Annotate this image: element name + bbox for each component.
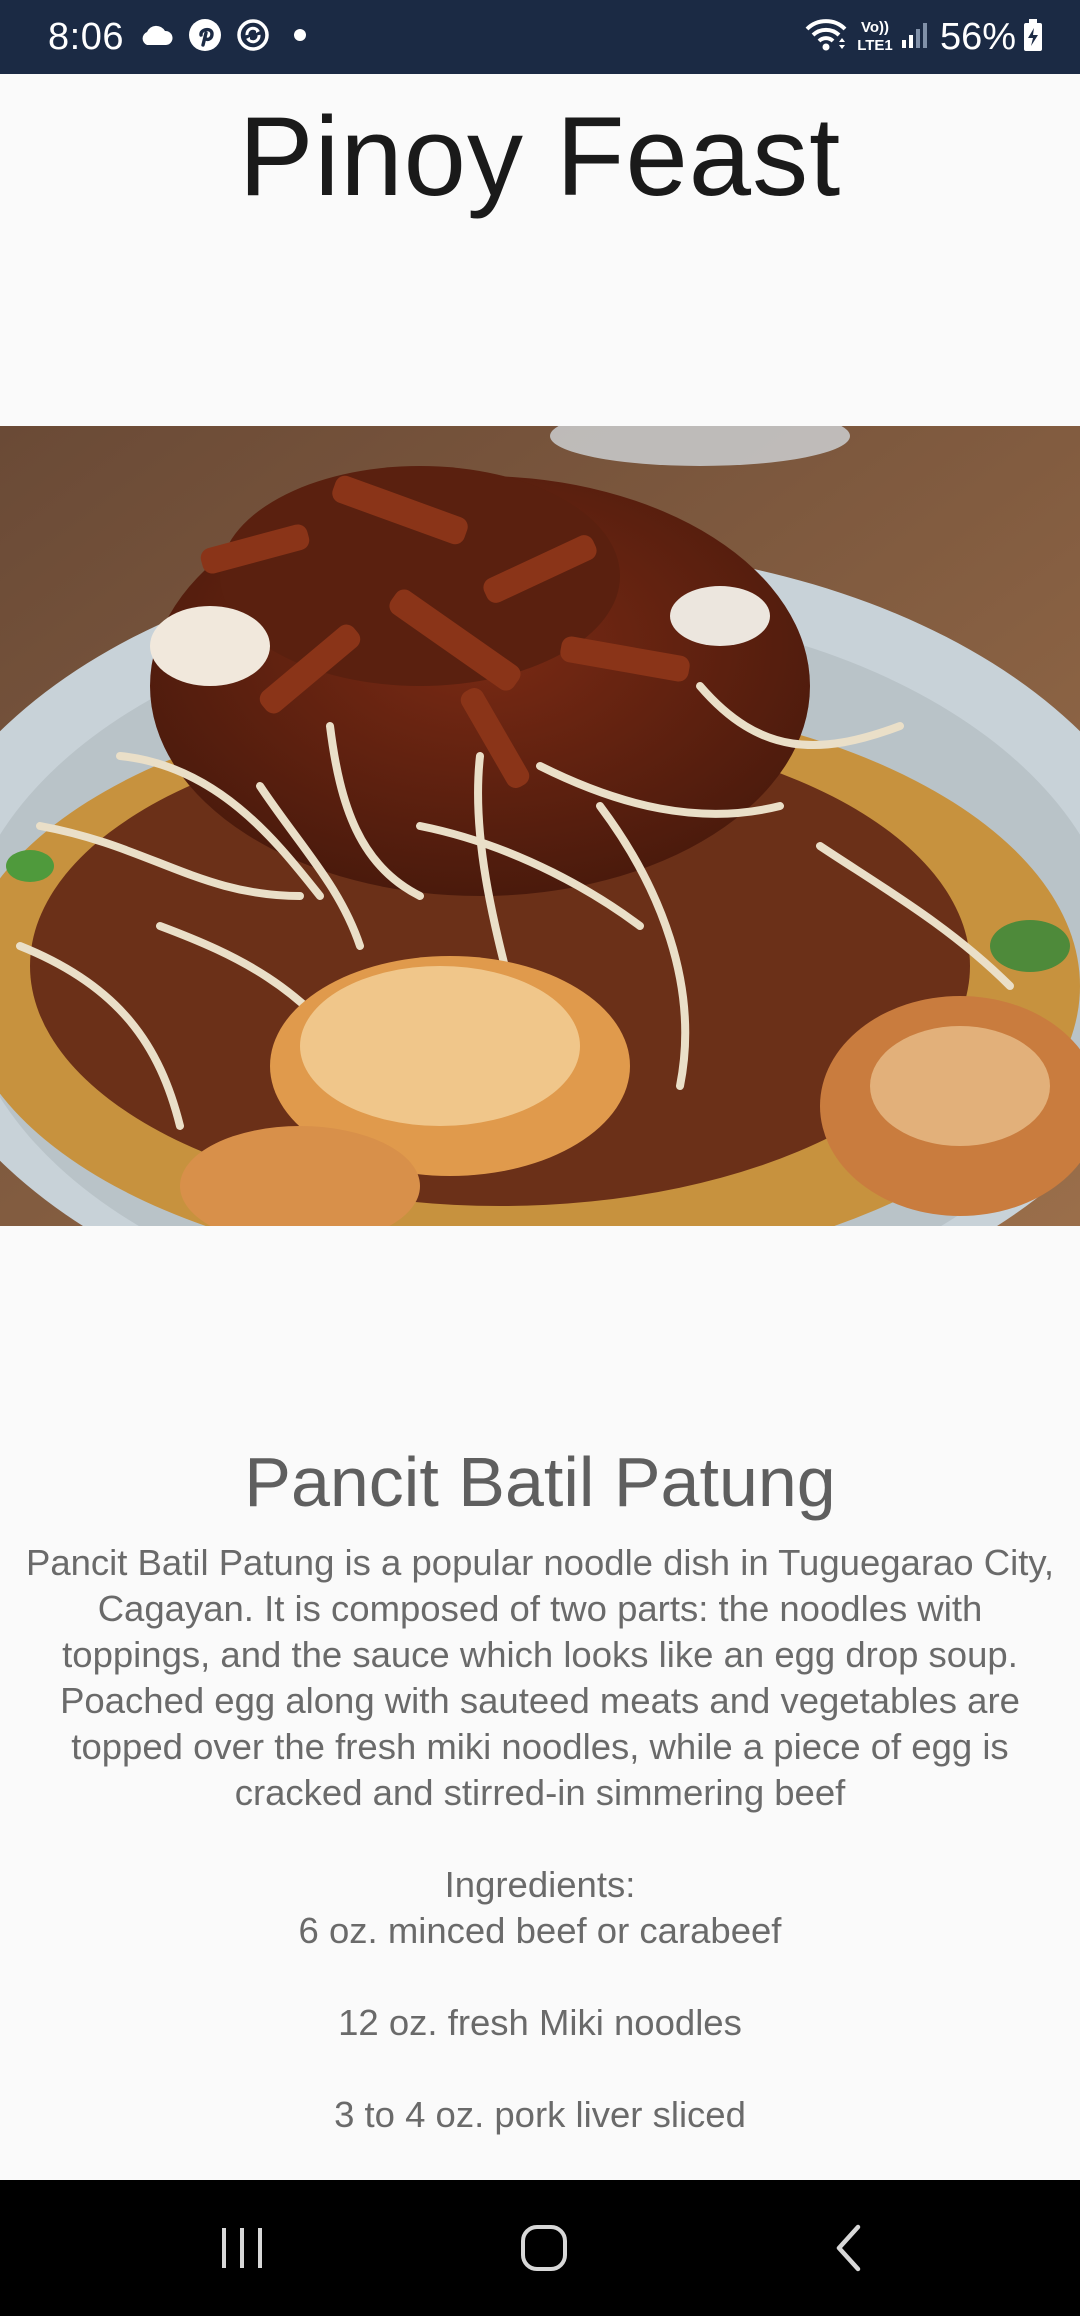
ingredient-item: 3 to 4 oz. pork liver sliced	[334, 2094, 746, 2135]
svg-text:Vo)): Vo))	[861, 19, 889, 36]
status-bar: 8:06 Vo)) LTE1 56%	[0, 0, 1080, 74]
ingredient-item: 6 oz. minced beef or carabeef	[298, 1910, 782, 1951]
wifi-icon	[804, 18, 848, 57]
ingredients-heading: Ingredients:	[444, 1864, 636, 1905]
pinterest-icon	[188, 18, 222, 57]
home-icon	[521, 2225, 567, 2271]
dot-icon	[293, 28, 306, 46]
screen: 8:06 Vo)) LTE1 56% Pinoy Feast Pancit Ba…	[0, 0, 1080, 2316]
recipe-description: Pancit Batil Patung is a popular noodle …	[25, 1542, 1055, 1813]
svg-text:LTE1: LTE1	[857, 37, 893, 53]
ingredient-item: 12 oz. fresh Miki noodles	[338, 2002, 742, 2043]
recipe-title: Pancit Batil Patung	[244, 1443, 836, 1521]
back-icon	[836, 2224, 861, 2272]
status-time: 8:06	[48, 15, 124, 58]
battery-percent: 56%	[939, 15, 1016, 58]
recent-apps-icon	[222, 2228, 262, 2268]
signal-icon	[900, 20, 930, 55]
home-button[interactable]	[464, 2180, 624, 2316]
ingredient-spacer	[0, 2046, 1080, 2092]
battery-charging-icon	[1022, 18, 1044, 57]
status-right: Vo)) LTE1 56%	[790, 0, 1044, 74]
app-title: Pinoy Feast	[238, 94, 842, 219]
back-button[interactable]	[768, 2180, 928, 2316]
ingredient-spacer	[0, 1954, 1080, 2000]
recent-apps-button[interactable]	[162, 2180, 322, 2316]
sync-icon	[236, 18, 270, 57]
volte-lte1-icon: Vo)) LTE1	[854, 17, 896, 58]
navigation-bar	[0, 2180, 1080, 2316]
ingredients-section: Ingredients: 6 oz. minced beef or carabe…	[0, 1862, 1080, 2138]
status-left: 8:06	[48, 0, 306, 74]
recipe-image	[0, 426, 1080, 1226]
cloud-icon	[138, 23, 174, 52]
